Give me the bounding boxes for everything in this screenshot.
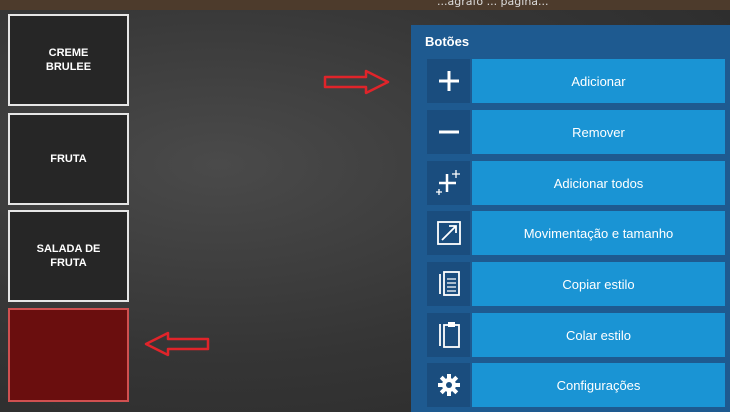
- tile-creme-brulee[interactable]: CREME BRULEE: [8, 14, 129, 106]
- remove-button-label: Remover: [472, 110, 725, 154]
- copy-style-button[interactable]: Copiar estilo: [427, 262, 725, 306]
- tile-label: SALADA DE FRUTA: [36, 243, 101, 269]
- copy-style-button-label: Copiar estilo: [472, 262, 725, 306]
- move-resize-button-label: Movimentação e tamanho: [472, 211, 725, 255]
- tile-label: FRUTA: [50, 153, 87, 165]
- add-all-button-label: Adicionar todos: [472, 161, 725, 205]
- add-all-button[interactable]: Adicionar todos: [427, 161, 725, 205]
- tile-salada-de-fruta[interactable]: SALADA DE FRUTA: [8, 210, 129, 302]
- move-resize-button[interactable]: Movimentação e tamanho: [427, 211, 725, 255]
- paste-icon: [427, 313, 470, 357]
- gear-icon: [427, 363, 470, 407]
- resize-icon: [427, 211, 470, 255]
- minus-icon: [427, 110, 470, 154]
- tile-new-selected[interactable]: [8, 308, 129, 402]
- red-arrow-right-icon: [323, 69, 390, 95]
- tile-fruta[interactable]: FRUTA: [8, 113, 129, 205]
- settings-button-label: Configurações: [472, 363, 725, 407]
- add-button[interactable]: Adicionar: [427, 59, 725, 103]
- plus-icon: [427, 59, 470, 103]
- tile-label: CREME BRULEE: [45, 47, 92, 73]
- plus-multiple-icon: [427, 161, 470, 205]
- paste-style-button[interactable]: Colar estilo: [427, 313, 725, 357]
- remove-button[interactable]: Remover: [427, 110, 725, 154]
- top-strip: [0, 0, 730, 10]
- settings-button[interactable]: Configurações: [427, 363, 725, 407]
- red-arrow-left-icon: [144, 331, 210, 357]
- copy-icon: [427, 262, 470, 306]
- panel-title: Botões: [425, 34, 470, 49]
- top-clipped-text: ...agrafo ... página...: [437, 0, 549, 8]
- paste-style-button-label: Colar estilo: [472, 313, 725, 357]
- add-button-label: Adicionar: [472, 59, 725, 103]
- buttons-panel: Botões Adicionar Remover Adicionar todos: [411, 25, 730, 412]
